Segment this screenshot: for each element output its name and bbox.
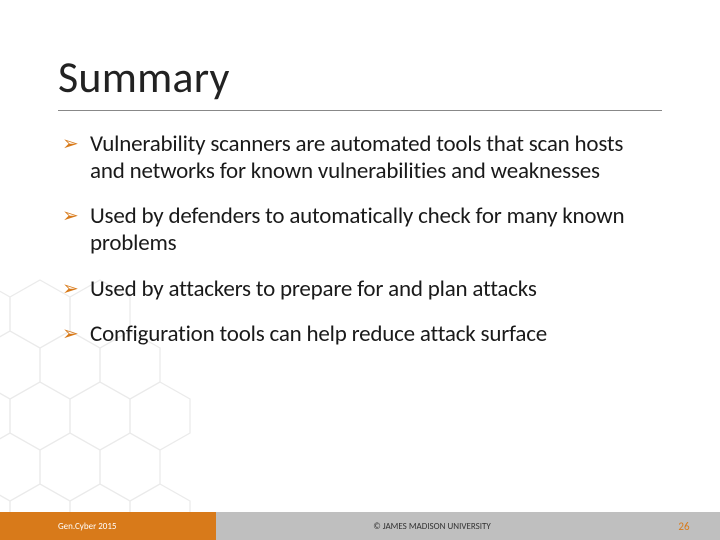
bullet-item: Configuration tools can help reduce atta… xyxy=(62,321,662,348)
footer-copyright: © JAMES MADISON UNIVERSITY xyxy=(216,512,648,540)
bullet-list: Vulnerability scanners are automated too… xyxy=(58,131,662,348)
footer-left-label: Gen.Cyber 2015 xyxy=(0,512,216,540)
slide: Summary Vulnerability scanners are autom… xyxy=(0,0,720,540)
title-container: Summary xyxy=(58,50,662,111)
page-number: 26 xyxy=(648,512,720,540)
slide-title: Summary xyxy=(58,50,662,104)
bullet-item: Used by attackers to prepare for and pla… xyxy=(62,276,662,303)
bullet-item: Vulnerability scanners are automated too… xyxy=(62,131,662,185)
footer: Gen.Cyber 2015 © JAMES MADISON UNIVERSIT… xyxy=(0,512,720,540)
bullet-item: Used by defenders to automatically check… xyxy=(62,203,662,257)
